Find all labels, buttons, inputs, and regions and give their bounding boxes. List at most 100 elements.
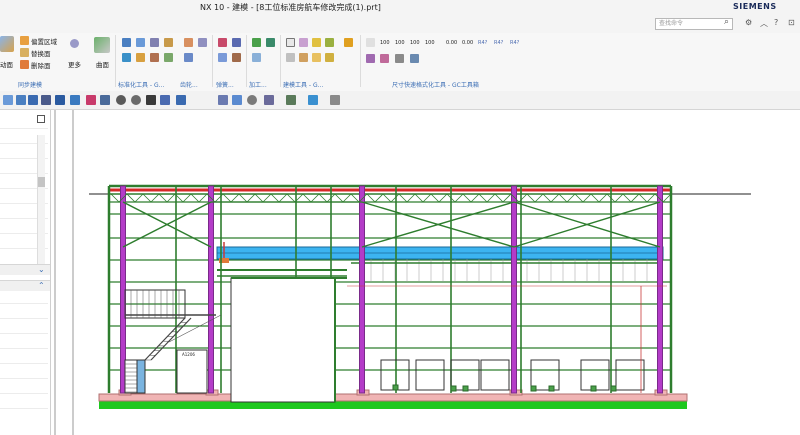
dependencies-section-header[interactable]: ⌃ [0, 280, 50, 291]
truss-web [342, 193, 352, 203]
wave-icon[interactable] [86, 95, 96, 105]
slash-icon[interactable] [160, 95, 170, 105]
chevron-up-icon[interactable]: ⌃ [38, 281, 45, 290]
standard-tool-icon[interactable] [122, 38, 131, 47]
filter-icon[interactable] [16, 95, 26, 105]
standard-tool-icon[interactable] [164, 38, 173, 47]
dimension-format-button[interactable]: 100 [395, 40, 405, 46]
delete-face-icon[interactable] [20, 60, 29, 69]
building-elevation-drawing[interactable]: A1206 [51, 110, 800, 435]
gear-tool-icon[interactable] [198, 38, 207, 47]
truss-web [270, 193, 280, 203]
point-icon[interactable] [116, 95, 126, 105]
section-icon[interactable] [330, 95, 340, 105]
spring-tool-icon[interactable] [232, 53, 241, 62]
spring-tool-icon[interactable] [232, 38, 241, 47]
equipment-mark [610, 385, 617, 392]
steel-column [359, 185, 365, 394]
sync-more-icon[interactable] [70, 39, 79, 48]
snap-icon[interactable] [28, 95, 38, 105]
layer-icon[interactable] [264, 95, 274, 105]
dimension-format-button[interactable]: 0.00 [446, 40, 457, 46]
offset-region-icon[interactable] [20, 36, 29, 45]
modeling-tool-icon[interactable] [286, 38, 295, 47]
spring-tool-icon[interactable] [218, 53, 227, 62]
angle-icon[interactable] [100, 95, 110, 105]
standard-tool-icon[interactable] [122, 53, 131, 62]
truss-web [438, 193, 448, 203]
modeling-tool-icon[interactable] [344, 38, 353, 47]
machining-tool-icon[interactable] [252, 38, 261, 47]
move-face-icon[interactable] [0, 36, 14, 52]
details-section-header[interactable]: ⌄ [0, 264, 50, 275]
modeling-tool-icon[interactable] [299, 38, 308, 47]
render-style-icon[interactable] [286, 95, 296, 105]
scrollbar-thumb[interactable] [38, 177, 45, 187]
title-bar: NX 10 - 建模 - [8工位标准房航车修改完成(1).prt] SIEME… [0, 0, 800, 15]
search-icon[interactable]: ⌕ [724, 17, 729, 27]
ribbon-divider [280, 35, 281, 87]
close-icon[interactable]: ⊡ [788, 18, 795, 27]
line-icon[interactable] [55, 95, 65, 105]
standard-tool-icon[interactable] [164, 53, 173, 62]
replace-face-button[interactable]: 替换面 [31, 48, 51, 58]
chevron-down-icon[interactable]: ⌄ [38, 265, 45, 274]
dimension-format-button[interactable]: 100 [425, 40, 435, 46]
dimension-tool-icon[interactable] [395, 54, 404, 63]
dimension-tool-icon[interactable] [410, 54, 419, 63]
truss-web [182, 193, 192, 203]
more-button[interactable]: 更多 [68, 59, 81, 69]
dimension-format-button[interactable]: 100 [380, 40, 390, 46]
move-face-label[interactable]: 动面 [0, 59, 13, 69]
filter-icon[interactable] [3, 95, 13, 105]
scrollbar[interactable] [37, 135, 45, 265]
offset-region-button[interactable]: 偏置区域 [31, 36, 57, 46]
truss-web [470, 193, 480, 203]
tangent-icon[interactable] [176, 95, 186, 105]
modeling-tool-icon[interactable] [299, 53, 308, 62]
replace-face-icon[interactable] [20, 48, 29, 57]
delete-face-button[interactable]: 删除面 [31, 60, 51, 70]
surface-icon[interactable] [94, 37, 110, 53]
dimension-format-button[interactable]: R4? [478, 40, 487, 46]
truss-web [166, 193, 176, 203]
standard-tool-icon[interactable] [150, 38, 159, 47]
circle-icon[interactable] [131, 95, 141, 105]
gear-tool-icon[interactable] [184, 53, 193, 62]
snap-icon[interactable] [41, 95, 51, 105]
help-icon[interactable]: ? [774, 18, 778, 27]
standard-tool-icon[interactable] [136, 53, 145, 62]
zoom-icon[interactable] [232, 95, 242, 105]
command-search-input[interactable]: 查找命令 [655, 18, 733, 30]
surface-button[interactable]: 曲面 [96, 59, 109, 69]
standard-tool-icon[interactable] [136, 38, 145, 47]
cross-icon[interactable] [146, 95, 156, 105]
spring-tool-icon[interactable] [218, 38, 227, 47]
machining-tool-icon[interactable] [252, 53, 261, 62]
dimension-format-button[interactable]: R4? [494, 40, 503, 46]
dimension-format-button[interactable]: 0.00 [462, 40, 473, 46]
gear-tool-icon[interactable] [184, 38, 193, 47]
dimension-format-button[interactable]: 100 [410, 40, 420, 46]
pin-icon[interactable] [37, 115, 45, 123]
modeling-tool-icon[interactable] [325, 38, 334, 47]
graphics-window[interactable]: A1206 [51, 110, 800, 435]
modeling-tool-icon[interactable] [312, 53, 321, 62]
cube-icon[interactable] [308, 95, 318, 105]
modeling-tool-icon[interactable] [312, 38, 321, 47]
rotate-icon[interactable] [247, 95, 257, 105]
standard-tool-icon[interactable] [150, 53, 159, 62]
minimize-ribbon-icon[interactable]: ︿ [760, 18, 768, 29]
dimension-tool-icon[interactable] [366, 38, 375, 47]
settings-icon[interactable]: ⚙ [745, 18, 752, 27]
modeling-tool-icon[interactable] [325, 53, 334, 62]
list-item [0, 378, 48, 379]
dimension-tool-icon[interactable] [366, 54, 375, 63]
dimension-format-button[interactable]: R4? [510, 40, 519, 46]
view-icon[interactable] [218, 95, 228, 105]
list-item [0, 128, 48, 129]
modeling-tool-icon[interactable] [286, 53, 295, 62]
machining-tool-icon[interactable] [266, 38, 275, 47]
curve-icon[interactable] [70, 95, 80, 105]
dimension-tool-icon[interactable] [380, 54, 389, 63]
